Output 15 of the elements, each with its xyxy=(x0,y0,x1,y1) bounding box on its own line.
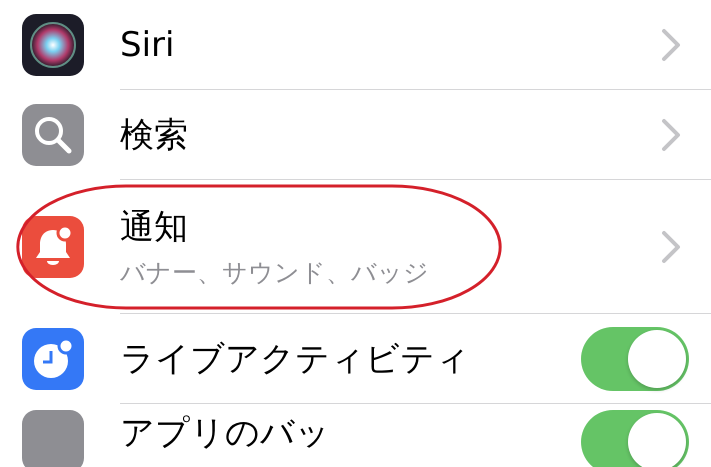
bell-icon xyxy=(22,216,84,278)
row-title: 検索 xyxy=(120,114,189,156)
orb-icon xyxy=(22,14,84,76)
row-title: アプリのバッ xyxy=(120,412,331,455)
row-title: Siri xyxy=(120,24,176,64)
clock-icon xyxy=(22,328,84,390)
row-title: ライブアクティビティ xyxy=(120,338,471,380)
search-icon xyxy=(22,104,84,166)
chevron-icon xyxy=(661,118,681,152)
chevron-icon xyxy=(661,28,681,62)
row-title: 通知 xyxy=(120,206,189,249)
row-subtitle: バナー、サウンド、バッジ xyxy=(120,257,430,289)
chevron-icon xyxy=(661,230,681,264)
toggle-switch[interactable] xyxy=(581,410,689,467)
app-icon xyxy=(22,410,84,467)
